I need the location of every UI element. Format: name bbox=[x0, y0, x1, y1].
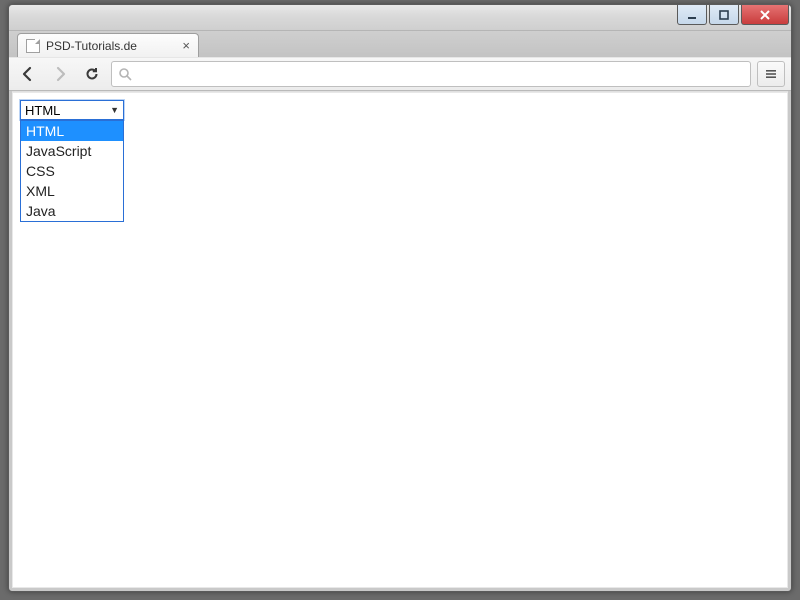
close-button[interactable] bbox=[741, 5, 789, 25]
select-option[interactable]: HTML bbox=[21, 121, 123, 141]
menu-button[interactable] bbox=[757, 61, 785, 87]
select-value: HTML bbox=[25, 103, 110, 118]
select-option[interactable]: CSS bbox=[21, 161, 123, 181]
select-options-panel: HTML JavaScript CSS XML Java bbox=[20, 120, 124, 222]
select-option[interactable]: JavaScript bbox=[21, 141, 123, 161]
browser-window: PSD-Tutorials.de × HTML ▼ HTML JavaScrip… bbox=[8, 4, 792, 592]
select-option[interactable]: Java bbox=[21, 201, 123, 221]
window-titlebar bbox=[9, 5, 791, 31]
chevron-down-icon: ▼ bbox=[110, 105, 119, 115]
language-select[interactable]: HTML ▼ bbox=[20, 100, 124, 120]
browser-tab[interactable]: PSD-Tutorials.de × bbox=[17, 33, 199, 57]
window-controls bbox=[677, 5, 791, 25]
maximize-button[interactable] bbox=[709, 5, 739, 25]
search-icon bbox=[118, 67, 132, 81]
tab-close-icon[interactable]: × bbox=[182, 39, 190, 52]
address-bar[interactable] bbox=[111, 61, 751, 87]
tab-strip: PSD-Tutorials.de × bbox=[9, 31, 791, 57]
back-button[interactable] bbox=[15, 61, 41, 87]
forward-button[interactable] bbox=[47, 61, 73, 87]
browser-toolbar bbox=[9, 57, 791, 91]
hamburger-icon bbox=[764, 67, 778, 81]
page-content: HTML ▼ HTML JavaScript CSS XML Java bbox=[12, 91, 788, 588]
minimize-button[interactable] bbox=[677, 5, 707, 25]
select-option[interactable]: XML bbox=[21, 181, 123, 201]
page-icon bbox=[26, 39, 40, 53]
tab-title: PSD-Tutorials.de bbox=[46, 39, 176, 53]
reload-button[interactable] bbox=[79, 61, 105, 87]
